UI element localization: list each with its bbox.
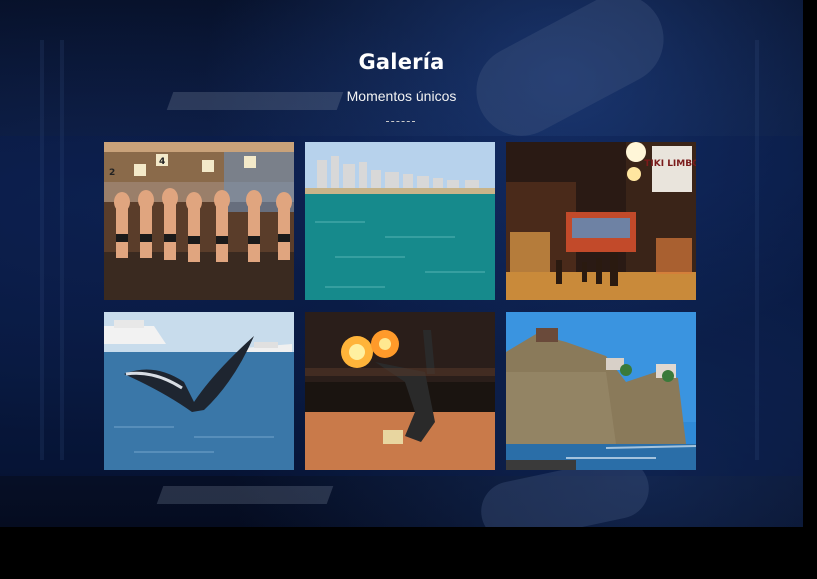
contestant-number: 2: [109, 168, 115, 178]
gallery-title: Galería: [358, 50, 445, 74]
gallery-photo-fire-dancer[interactable]: [305, 312, 495, 470]
gallery-photo-night-street[interactable]: TIKI LIMBO: [506, 142, 696, 300]
title-divider: [386, 121, 415, 122]
page-footer: [0, 527, 817, 579]
background-arm: [460, 0, 680, 152]
gallery-photo-cliff[interactable]: [506, 312, 696, 470]
contestant-number: 4: [159, 157, 165, 167]
gallery-photo-whale[interactable]: [104, 312, 294, 470]
gallery-photo-pageant[interactable]: 2 4: [104, 142, 294, 300]
gallery-subtitle: Momentos únicos: [346, 88, 457, 104]
gallery-section: Galería Momentos únicos 2 4 TIKI LIMBO: [0, 0, 803, 527]
background-bar: [156, 486, 334, 504]
tiki-limbo-sign: TIKI LIMBO: [644, 159, 696, 169]
gallery-photo-bay[interactable]: [305, 142, 495, 300]
